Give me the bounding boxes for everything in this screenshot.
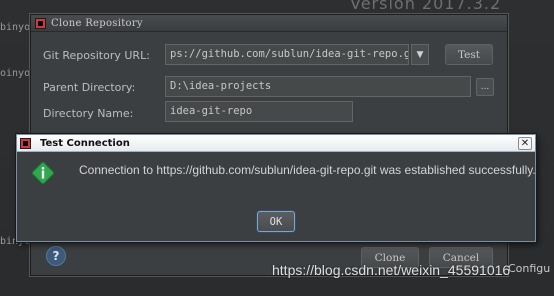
intellij-app-icon xyxy=(20,137,31,149)
success-icon xyxy=(32,162,54,184)
parent-directory-label: Parent Directory: xyxy=(43,81,136,94)
clone-dialog-titlebar: Clone Repository xyxy=(31,15,507,32)
git-url-label: Git Repository URL: xyxy=(43,49,150,62)
test-dialog-titlebar: Test Connection ✕ xyxy=(17,135,535,152)
version-text: Version 2017.3.2 xyxy=(350,0,502,13)
intellij-app-icon xyxy=(35,17,46,29)
chevron-down-icon[interactable]: ▼ xyxy=(411,44,429,65)
configure-link[interactable]: Configu xyxy=(508,262,550,275)
connection-message: Connection to https://github.com/sublun/… xyxy=(79,163,536,177)
test-dialog-title: Test Connection xyxy=(40,137,130,149)
git-url-field[interactable]: ps://github.com/sublun/idea-git-repo.git xyxy=(165,44,409,65)
test-button[interactable]: Test xyxy=(445,44,493,65)
parent-directory-field[interactable]: D:\idea-projects xyxy=(165,76,471,97)
help-icon[interactable]: ? xyxy=(46,246,66,266)
directory-name-label: Directory Name: xyxy=(43,107,134,120)
close-icon[interactable]: ✕ xyxy=(518,137,532,150)
directory-name-field[interactable]: idea-git-repo xyxy=(165,101,353,122)
ok-button[interactable]: OK xyxy=(257,211,295,232)
test-connection-dialog: Test Connection ✕ Connection to https://… xyxy=(16,134,536,242)
browse-button[interactable]: ... xyxy=(476,78,494,96)
clone-dialog-title: Clone Repository xyxy=(51,17,143,29)
watermark-text: https://blog.csdn.net/weixin_45591016 xyxy=(272,262,511,278)
